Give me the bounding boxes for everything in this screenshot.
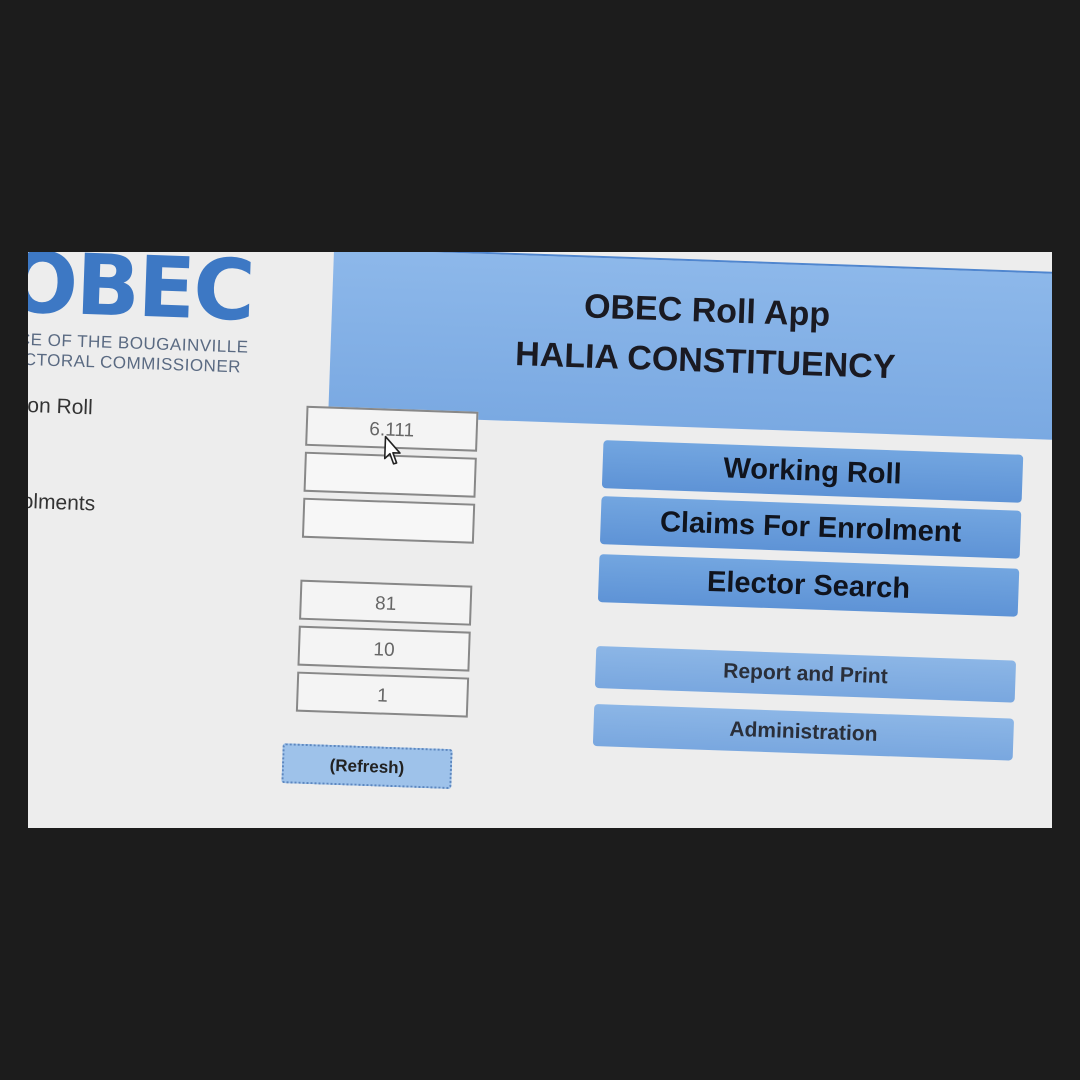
claims-for-enrolment-button[interactable]: Claims For Enrolment bbox=[599, 496, 1022, 559]
stat-6-value: 1 bbox=[295, 671, 470, 718]
obec-logo: OBEC bbox=[28, 252, 255, 340]
report-and-print-button[interactable]: Report and Print bbox=[594, 646, 1017, 703]
mouse-cursor-icon bbox=[383, 435, 401, 465]
screen: OBEC ICE OF THE BOUGAINVILLE ECTORAL COM… bbox=[28, 252, 1052, 828]
enrolments-value bbox=[301, 497, 476, 544]
enrolments-label: Enrolments bbox=[28, 488, 96, 516]
refresh-button[interactable]: (Refresh) bbox=[281, 743, 453, 790]
electors-on-roll-label: ors on Roll bbox=[28, 393, 94, 420]
app-window: OBEC ICE OF THE BOUGAINVILLE ECTORAL COM… bbox=[28, 252, 1052, 828]
logo-subtitle: ICE OF THE BOUGAINVILLE ECTORAL COMMISSI… bbox=[28, 329, 249, 377]
stat-5-value: 10 bbox=[297, 625, 471, 672]
elector-search-button[interactable]: Elector Search bbox=[597, 554, 1020, 617]
working-roll-button[interactable]: Working Roll bbox=[601, 440, 1024, 503]
administration-button[interactable]: Administration bbox=[592, 703, 1015, 761]
objections-value: 81 bbox=[299, 579, 473, 626]
